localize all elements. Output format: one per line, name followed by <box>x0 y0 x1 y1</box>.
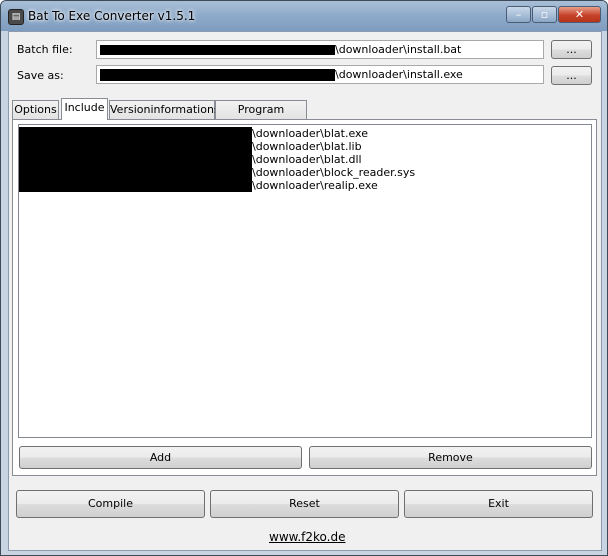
list-item[interactable]: \downloader\realip.exe <box>19 179 591 192</box>
list-item[interactable]: \downloader\blat.lib <box>19 140 591 153</box>
save-as-label: Save as: <box>17 69 64 82</box>
website-link[interactable]: www.f2ko.de <box>269 530 345 544</box>
remove-button[interactable]: Remove <box>309 446 592 469</box>
close-button[interactable]: ✕ <box>558 6 601 23</box>
reset-button[interactable]: Reset <box>210 490 399 518</box>
list-item[interactable]: \downloader\blat.dll <box>19 153 591 166</box>
batch-file-label: Batch file: <box>17 43 73 56</box>
exit-button[interactable]: Exit <box>404 490 593 518</box>
app-window: ▤ Bat To Exe Converter v1.5.1 – ▫ ✕ Batc… <box>0 0 608 556</box>
tab-versioninformations[interactable]: Versioninformations <box>109 100 220 119</box>
list-item[interactable]: \downloader\block_reader.sys <box>19 166 591 179</box>
app-icon[interactable]: ▤ <box>8 9 24 25</box>
batch-browse-button[interactable]: ... <box>551 40 592 59</box>
include-file-list[interactable]: \downloader\blat.exe \downloader\blat.li… <box>18 124 592 438</box>
maximize-button[interactable]: ▫ <box>532 6 557 23</box>
tab-include[interactable]: Include <box>61 98 108 120</box>
compile-button[interactable]: Compile <box>16 490 205 518</box>
batch-file-value: \downloader\install.bat <box>335 43 462 56</box>
save-as-field[interactable]: \downloader\install.exe <box>96 65 544 84</box>
list-item[interactable]: \downloader\blat.exe <box>19 127 591 140</box>
save-as-value: \downloader\install.exe <box>335 68 463 81</box>
tab-program-settings[interactable]: Program settings <box>215 100 307 134</box>
batch-file-field[interactable]: \downloader\install.bat <box>96 40 544 59</box>
client-area: Batch file: \downloader\install.bat ... … <box>8 31 602 551</box>
add-button[interactable]: Add <box>19 446 302 469</box>
minimize-button[interactable]: – <box>506 6 531 23</box>
tab-options[interactable]: Options <box>12 100 59 119</box>
redacted-path <box>100 45 335 55</box>
save-as-browse-button[interactable]: ... <box>551 66 592 85</box>
redacted-path <box>100 69 335 81</box>
window-title: Bat To Exe Converter v1.5.1 <box>28 9 196 23</box>
title-bar[interactable]: ▤ Bat To Exe Converter v1.5.1 – ▫ ✕ <box>1 1 607 31</box>
